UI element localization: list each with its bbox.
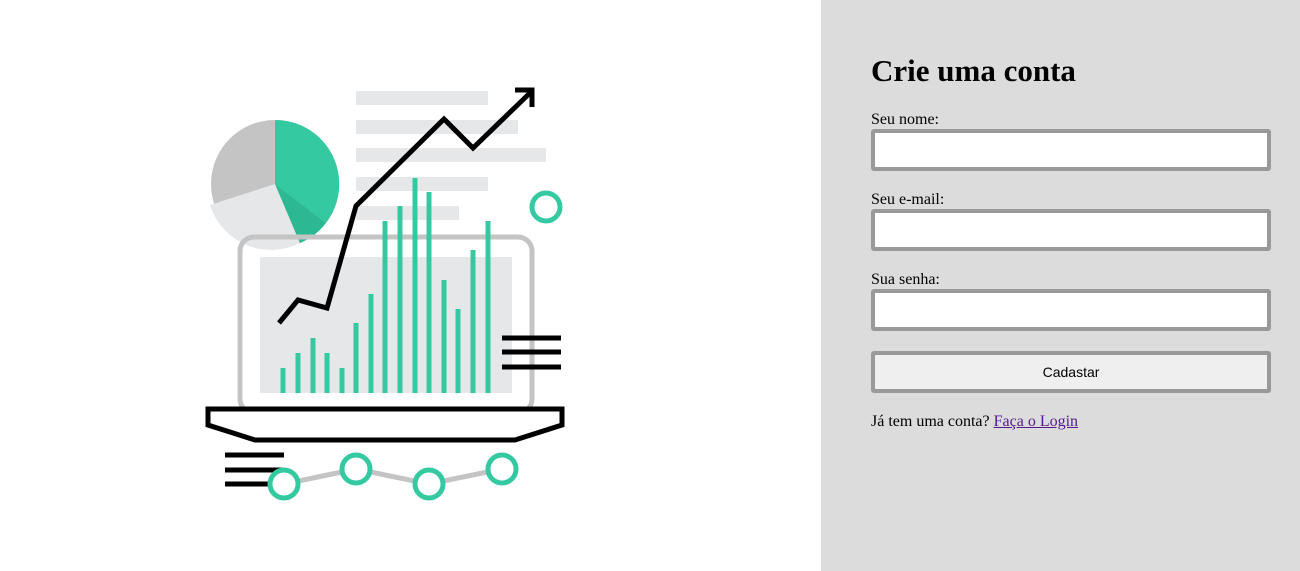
- submit-button[interactable]: Cadastar: [871, 351, 1271, 393]
- pie-chart-icon: [210, 119, 340, 250]
- login-prompt: Já tem uma conta? Faça o Login: [871, 412, 1078, 432]
- name-label: Seu nome:: [871, 111, 939, 128]
- document-lines: [356, 91, 546, 220]
- page-title: Crie uma conta: [871, 53, 1076, 88]
- email-label: Seu e-mail:: [871, 191, 945, 208]
- signup-form-pane: Crie uma conta Seu nome: Seu e-mail: Sua…: [821, 0, 1300, 571]
- name-field[interactable]: [871, 129, 1271, 171]
- password-label: Sua senha:: [871, 271, 940, 288]
- login-prompt-text: Já tem uma conta?: [871, 413, 990, 430]
- email-field[interactable]: [871, 209, 1271, 251]
- signup-page: Crie uma conta Seu nome: Seu e-mail: Sua…: [0, 0, 1300, 571]
- analytics-laptop-illustration: [205, 87, 565, 501]
- illustration-pane: [0, 0, 821, 571]
- node-connector-icon: [267, 452, 519, 501]
- login-link[interactable]: Faça o Login: [994, 413, 1078, 430]
- circle-icon: [529, 190, 563, 224]
- password-field[interactable]: [871, 289, 1271, 331]
